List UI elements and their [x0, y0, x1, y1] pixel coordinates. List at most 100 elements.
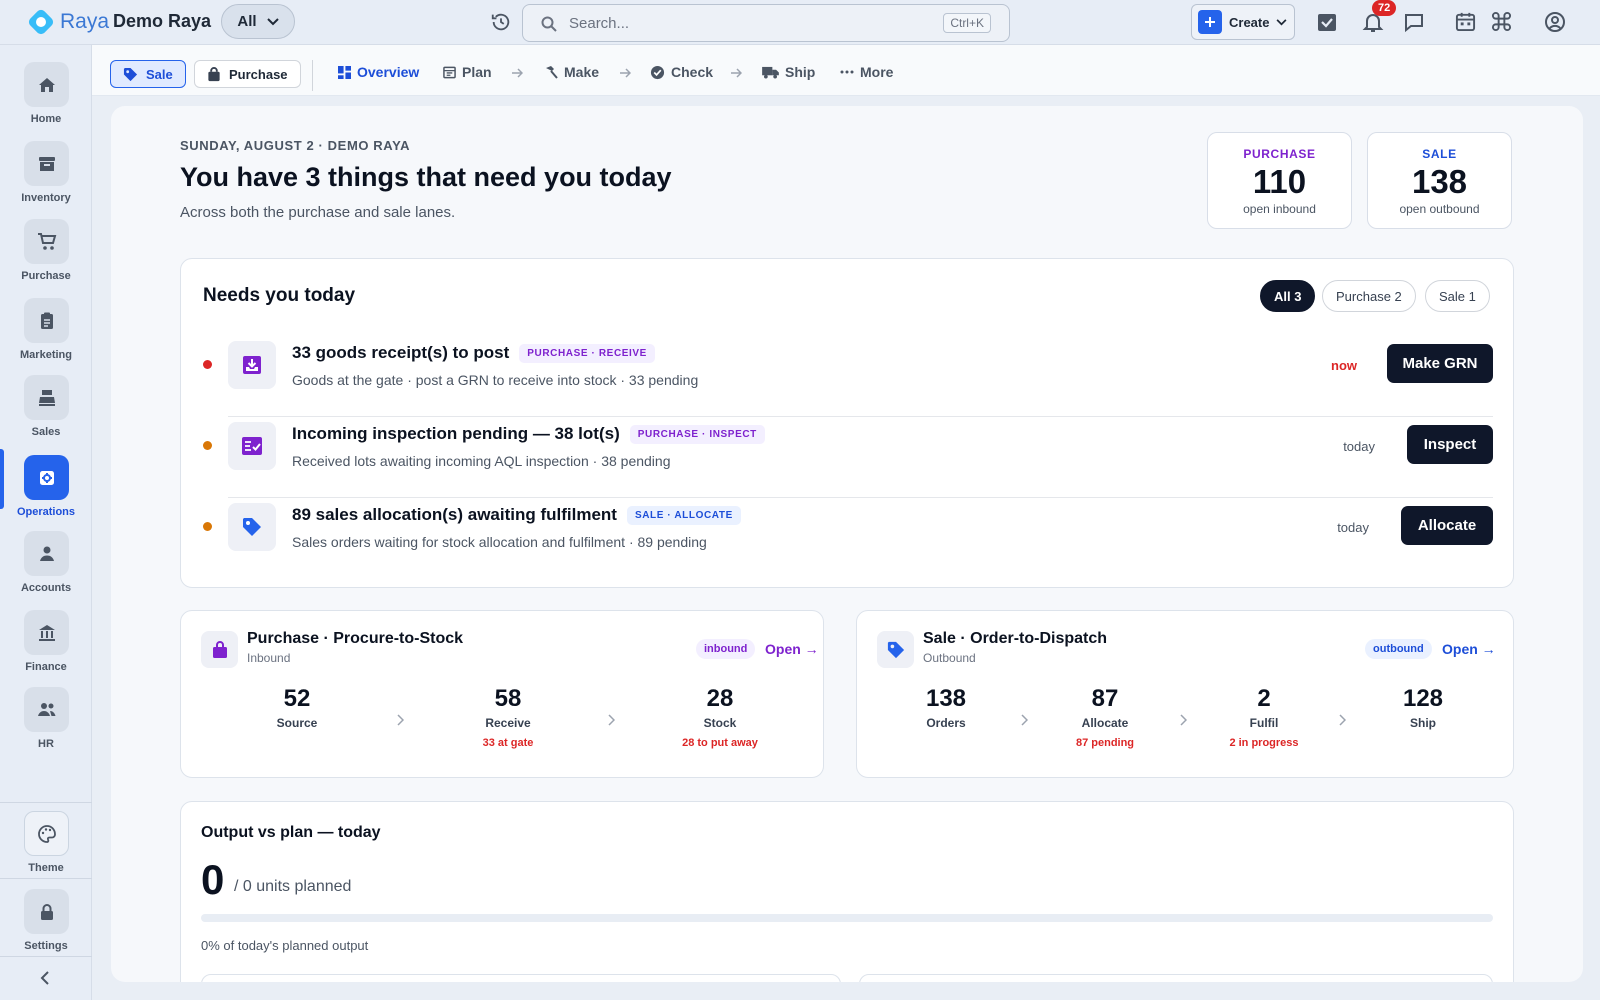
output-value: 0	[201, 856, 225, 903]
collapse-sidebar-button[interactable]	[40, 971, 50, 985]
raya-logo-icon	[28, 9, 54, 35]
purchase-stat-card[interactable]: PURCHASE 110 open inbound	[1207, 132, 1352, 229]
sidebar-item-label: HR	[38, 738, 54, 750]
stat-label: SALE	[1422, 147, 1457, 161]
tab-make[interactable]: Make	[544, 64, 599, 80]
open-sale-link[interactable]: Open →	[1442, 641, 1496, 657]
command-palette-button[interactable]	[1491, 11, 1512, 32]
flow-step-receive[interactable]: 58 Receive 33 at gate	[448, 685, 568, 749]
task-row[interactable]: 89 sales allocation(s) awaiting fulfilme…	[203, 498, 1493, 558]
bank-icon	[24, 610, 69, 655]
create-button[interactable]: Create	[1191, 4, 1295, 40]
flow-step-ship[interactable]: 128 Ship	[1363, 685, 1483, 737]
lane-label: Purchase	[229, 66, 288, 82]
search-input[interactable]: Search... Ctrl+K	[522, 4, 1010, 42]
filter-all-chip[interactable]: All 3	[1260, 280, 1316, 312]
history-icon	[491, 13, 510, 31]
hammer-icon	[546, 66, 558, 79]
output-subpanel	[859, 974, 1493, 982]
sidebar-item-label: Theme	[28, 862, 64, 874]
tab-more[interactable]: More	[840, 64, 893, 80]
tab-check[interactable]: Check	[650, 64, 713, 80]
flow-step-allocate[interactable]: 87 Allocate 87 pending	[1045, 685, 1165, 749]
tab-ship[interactable]: Ship	[762, 64, 815, 80]
tag-icon	[877, 631, 914, 668]
notification-count-badge: 72	[1372, 0, 1397, 16]
sidebar-divider	[0, 956, 92, 957]
flow-step-source[interactable]: 52 Source	[237, 685, 357, 737]
sidebar-item-sales[interactable]: Sales	[0, 375, 92, 453]
sale-stat-card[interactable]: SALE 138 open outbound	[1367, 132, 1512, 229]
tasks-button[interactable]	[1316, 11, 1338, 33]
cart-icon	[24, 219, 69, 264]
priority-dot	[203, 441, 212, 450]
sidebar-item-label: Marketing	[20, 349, 72, 361]
main-content: SUNDAY, AUGUST 2 · DEMO RAYA You have 3 …	[111, 106, 1583, 982]
task-title-row: 33 goods receipt(s) to post PURCHASE · R…	[292, 343, 655, 363]
task-description: Sales orders waiting for stock allocatio…	[292, 534, 707, 550]
scope-dropdown[interactable]: All	[221, 4, 295, 39]
user-menu-button[interactable]	[1544, 11, 1566, 33]
brand-logo[interactable]: Raya	[26, 7, 109, 37]
output-percent-text: 0% of today's planned output	[201, 938, 369, 953]
task-description: Received lots awaiting incoming AQL insp…	[292, 453, 671, 469]
sidebar-item-finance[interactable]: Finance	[0, 610, 92, 688]
flow-step-fulfil[interactable]: 2 Fulfil 2 in progress	[1204, 685, 1324, 749]
output-vs-plan-card: Output vs plan — today 0 / 0 units plann…	[180, 801, 1514, 982]
allocate-button[interactable]: Allocate	[1401, 506, 1493, 545]
chat-icon	[1405, 14, 1423, 33]
stat-sub: open outbound	[1399, 202, 1480, 216]
task-due: today	[1337, 520, 1369, 535]
sidebar-item-inventory[interactable]: Inventory	[0, 141, 92, 219]
filter-sale-chip[interactable]: Sale 1	[1425, 280, 1490, 312]
chevron-down-icon	[1276, 18, 1287, 25]
lane-sale-button[interactable]: Sale	[110, 60, 186, 88]
calendar-icon	[1455, 12, 1476, 32]
tab-label: Overview	[357, 64, 420, 80]
tag-icon	[123, 67, 138, 81]
sidebar-item-label: Purchase	[21, 270, 71, 282]
sidebar-divider	[0, 878, 92, 879]
top-bar: Raya Demo Raya All Search... Ctrl+K Crea…	[0, 0, 1600, 45]
filter-purchase-chip[interactable]: Purchase 2	[1322, 280, 1416, 312]
sidebar-item-operations[interactable]: Operations	[0, 455, 92, 533]
tab-plan[interactable]: Plan	[443, 64, 492, 80]
page-title: You have 3 things that need you today	[180, 162, 672, 192]
flow-title: Sale · Order-to-Dispatch	[923, 630, 1108, 647]
sidebar-item-home[interactable]: Home	[0, 62, 92, 140]
task-row[interactable]: Incoming inspection pending — 38 lot(s) …	[203, 417, 1493, 498]
step-label: Allocate	[1081, 716, 1129, 730]
sidebar-item-label: Sales	[31, 426, 61, 438]
step-note: 87 pending	[1075, 737, 1135, 749]
gear-icon	[24, 455, 69, 500]
open-purchase-link[interactable]: Open →	[765, 641, 819, 657]
inspect-button[interactable]: Inspect	[1407, 425, 1493, 464]
sidebar-item-marketing[interactable]: Marketing	[0, 298, 92, 376]
step-value: 28	[706, 685, 734, 712]
sidebar-item-label: Finance	[25, 661, 67, 673]
lane-purchase-button[interactable]: Purchase	[194, 60, 301, 88]
task-title: 89 sales allocation(s) awaiting fulfilme…	[292, 505, 617, 524]
task-tag: PURCHASE · INSPECT	[629, 424, 765, 444]
bag-icon	[201, 631, 238, 668]
step-value: 2	[1257, 685, 1271, 712]
tab-overview[interactable]: Overview	[338, 64, 419, 80]
task-title: 33 goods receipt(s) to post	[292, 343, 510, 362]
sidebar: Home Inventory Purchase Marketing Sales …	[0, 45, 92, 1000]
history-button[interactable]	[490, 11, 512, 33]
step-value: 87	[1091, 685, 1119, 712]
sidebar-item-label: Settings	[24, 940, 68, 952]
sidebar-item-purchase[interactable]: Purchase	[0, 219, 92, 297]
calendar-button[interactable]	[1455, 11, 1476, 32]
sidebar-item-accounts[interactable]: Accounts	[0, 531, 92, 609]
flow-subtitle: Outbound	[923, 651, 976, 665]
messages-button[interactable]	[1403, 11, 1425, 33]
sidebar-item-hr[interactable]: HR	[0, 687, 92, 765]
planned-units: / 0 units planned	[234, 878, 352, 895]
chevron-right-icon	[608, 714, 615, 726]
task-row[interactable]: 33 goods receipt(s) to post PURCHASE · R…	[203, 336, 1493, 417]
chevron-left-icon	[40, 971, 49, 985]
flow-step-stock[interactable]: 28 Stock 28 to put away	[660, 685, 780, 749]
flow-step-orders[interactable]: 138 Orders	[886, 685, 1006, 737]
make-grn-button[interactable]: Make GRN	[1387, 344, 1493, 383]
